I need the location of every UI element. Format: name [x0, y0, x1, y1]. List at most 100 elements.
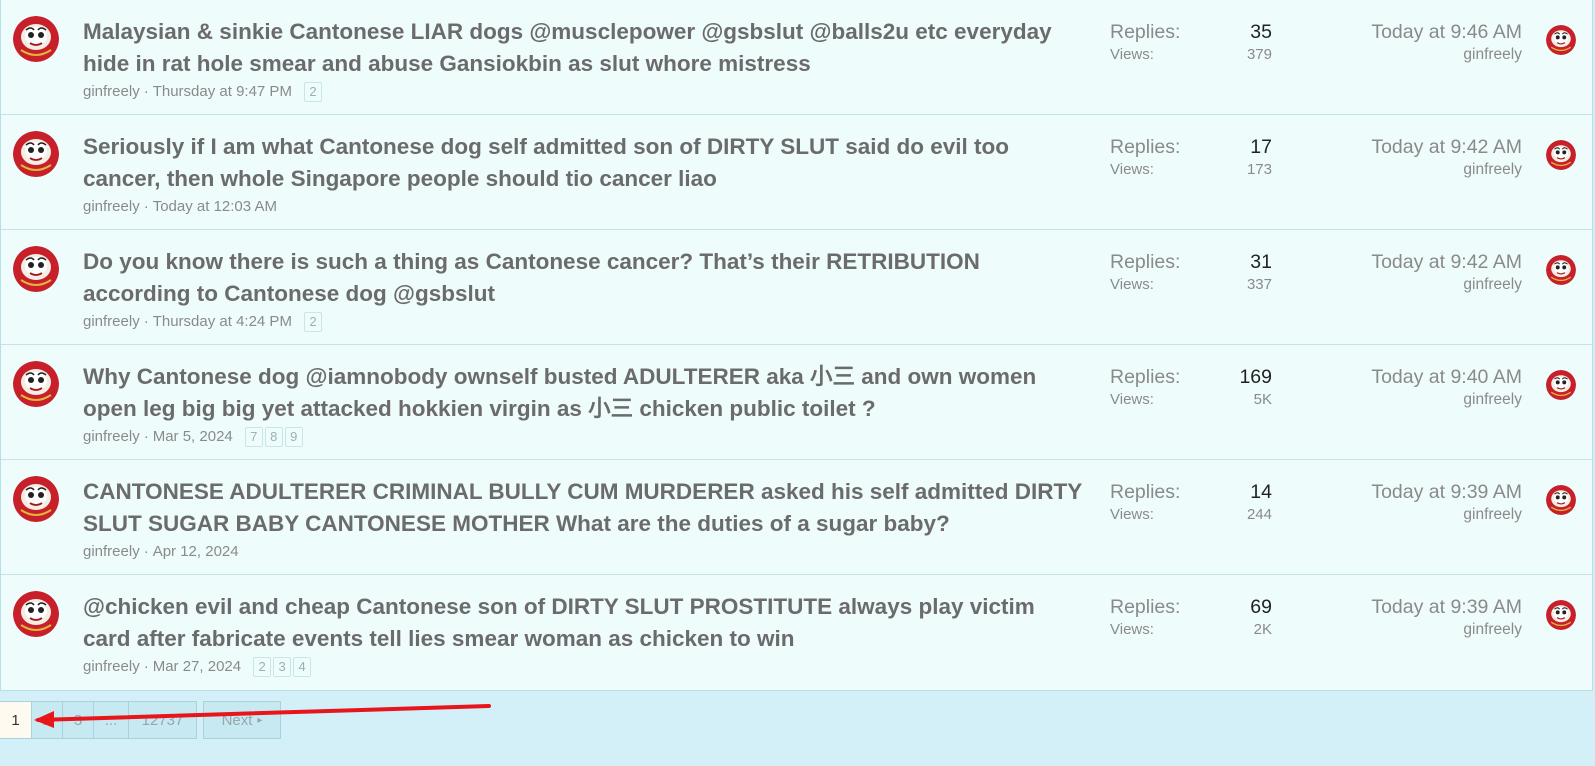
- thread-title-link[interactable]: Seriously if I am what Cantonese dog sel…: [83, 131, 1083, 195]
- last-post-time-link[interactable]: Today at 9:39 AM: [1371, 596, 1522, 618]
- last-post-time-link[interactable]: Today at 9:42 AM: [1371, 136, 1522, 158]
- last-poster-avatar[interactable]: [1546, 370, 1576, 400]
- thread-row: CANTONESE ADULTERER CRIMINAL BULLY CUM M…: [1, 460, 1592, 575]
- meta-separator: ·: [143, 658, 149, 675]
- thread-stats: Replies: 69 Views: 2K: [1110, 595, 1272, 640]
- thread-page-link[interactable]: 3: [273, 657, 292, 677]
- last-post-info: Today at 9:39 AM ginfreely: [1371, 595, 1522, 640]
- page-3-button[interactable]: 3: [62, 701, 94, 739]
- page-2-button[interactable]: 2: [31, 701, 63, 739]
- author-avatar[interactable]: [13, 361, 59, 407]
- thread-page-links: 789: [244, 427, 305, 447]
- replies-label: Replies:: [1110, 366, 1181, 388]
- thread-page-link[interactable]: 2: [303, 82, 322, 102]
- thread-row: Why Cantonese dog @iamnobody ownself bus…: [1, 345, 1592, 460]
- last-post-time-link[interactable]: Today at 9:39 AM: [1371, 481, 1522, 503]
- thread-start-date[interactable]: Mar 27, 2024: [153, 658, 241, 675]
- thread-start-date[interactable]: Apr 12, 2024: [153, 543, 239, 560]
- last-poster-link[interactable]: ginfreely: [1463, 621, 1522, 638]
- thread-row: Seriously if I am what Cantonese dog sel…: [1, 115, 1592, 230]
- thread-start-date[interactable]: Thursday at 9:47 PM: [153, 83, 292, 100]
- views-count: 337: [1246, 276, 1272, 293]
- thread-page-links: 2: [303, 312, 324, 332]
- last-post-info: Today at 9:39 AM ginfreely: [1371, 480, 1522, 525]
- meta-separator: ·: [143, 313, 149, 330]
- last-poster-avatar[interactable]: [1546, 255, 1576, 285]
- thread-author-link[interactable]: ginfreely: [83, 543, 140, 560]
- thread-stats: Replies: 17 Views: 173: [1110, 135, 1272, 180]
- thread-title-link[interactable]: Do you know there is such a thing as Can…: [83, 246, 1083, 310]
- last-post-info: Today at 9:42 AM ginfreely: [1371, 135, 1522, 180]
- views-label: Views:: [1110, 621, 1154, 638]
- thread-stats: Replies: 14 Views: 244: [1110, 480, 1272, 525]
- thread-page-link[interactable]: 9: [284, 427, 303, 447]
- author-avatar[interactable]: [13, 16, 59, 62]
- last-poster-link[interactable]: ginfreely: [1463, 161, 1522, 178]
- author-avatar[interactable]: [13, 131, 59, 177]
- author-avatar[interactable]: [13, 476, 59, 522]
- replies-label: Replies:: [1110, 136, 1181, 158]
- thread-page-link[interactable]: 2: [303, 312, 322, 332]
- thread-meta: ginfreely · Thursday at 4:24 PM 2: [83, 312, 324, 332]
- views-count: 379: [1246, 46, 1272, 63]
- thread-title-link[interactable]: @chicken evil and cheap Cantonese son of…: [83, 591, 1083, 655]
- thread-start-date[interactable]: Mar 5, 2024: [153, 428, 233, 445]
- last-poster-avatar[interactable]: [1546, 485, 1576, 515]
- thread-start-date[interactable]: Today at 12:03 AM: [153, 198, 277, 215]
- page-last-button[interactable]: 12737: [128, 701, 197, 739]
- author-avatar[interactable]: [13, 591, 59, 637]
- views-count: 173: [1246, 161, 1272, 178]
- thread-title-link[interactable]: Malaysian & sinkie Cantonese LIAR dogs @…: [83, 16, 1083, 80]
- thread-page-link[interactable]: 7: [244, 427, 263, 447]
- thread-author-link[interactable]: ginfreely: [83, 198, 140, 215]
- thread-row: Malaysian & sinkie Cantonese LIAR dogs @…: [1, 0, 1592, 115]
- last-poster-link[interactable]: ginfreely: [1463, 276, 1522, 293]
- thread-meta: ginfreely · Mar 5, 2024 7 8 9: [83, 427, 305, 447]
- last-post-time-link[interactable]: Today at 9:46 AM: [1371, 21, 1522, 43]
- replies-label: Replies:: [1110, 596, 1181, 618]
- last-poster-link[interactable]: ginfreely: [1463, 46, 1522, 63]
- replies-count: 169: [1239, 366, 1272, 388]
- next-page-button[interactable]: Next ▸: [203, 701, 281, 739]
- views-label: Views:: [1110, 161, 1154, 178]
- views-label: Views:: [1110, 46, 1154, 63]
- last-poster-link[interactable]: ginfreely: [1463, 391, 1522, 408]
- replies-count: 17: [1250, 136, 1272, 158]
- last-post-time-link[interactable]: Today at 9:40 AM: [1371, 366, 1522, 388]
- meta-separator: ·: [143, 543, 149, 560]
- thread-stats: Replies: 35 Views: 379: [1110, 20, 1272, 65]
- thread-page-link[interactable]: 8: [264, 427, 283, 447]
- thread-page-link[interactable]: 4: [293, 657, 312, 677]
- last-poster-avatar[interactable]: [1546, 600, 1576, 630]
- thread-page-link[interactable]: 2: [253, 657, 272, 677]
- page-1-button[interactable]: 1: [0, 701, 32, 739]
- last-poster-avatar[interactable]: [1546, 25, 1576, 55]
- thread-stats: Replies: 31 Views: 337: [1110, 250, 1272, 295]
- last-poster-avatar[interactable]: [1546, 140, 1576, 170]
- thread-author-link[interactable]: ginfreely: [83, 313, 140, 330]
- thread-author-link[interactable]: ginfreely: [83, 658, 140, 675]
- thread-author-link[interactable]: ginfreely: [83, 83, 140, 100]
- last-post-info: Today at 9:46 AM ginfreely: [1371, 20, 1522, 65]
- replies-label: Replies:: [1110, 481, 1181, 503]
- replies-count: 69: [1250, 596, 1272, 618]
- last-post-time-link[interactable]: Today at 9:42 AM: [1371, 251, 1522, 273]
- thread-meta: ginfreely · Today at 12:03 AM: [83, 197, 277, 217]
- caret-right-icon: ▸: [257, 714, 263, 726]
- thread-start-date[interactable]: Thursday at 4:24 PM: [153, 313, 292, 330]
- last-poster-link[interactable]: ginfreely: [1463, 506, 1522, 523]
- thread-title-link[interactable]: CANTONESE ADULTERER CRIMINAL BULLY CUM M…: [83, 476, 1083, 540]
- replies-label: Replies:: [1110, 251, 1181, 273]
- views-count: 5K: [1253, 391, 1272, 408]
- replies-count: 35: [1250, 21, 1272, 43]
- page-jump-button[interactable]: ...: [93, 701, 129, 739]
- author-avatar[interactable]: [13, 246, 59, 292]
- last-post-info: Today at 9:40 AM ginfreely: [1371, 365, 1522, 410]
- views-count: 244: [1246, 506, 1272, 523]
- thread-meta: ginfreely · Apr 12, 2024: [83, 542, 239, 562]
- next-label: Next: [221, 711, 253, 729]
- meta-separator: ·: [143, 83, 149, 100]
- thread-author-link[interactable]: ginfreely: [83, 428, 140, 445]
- thread-title-link[interactable]: Why Cantonese dog @iamnobody ownself bus…: [83, 361, 1083, 425]
- views-label: Views:: [1110, 506, 1154, 523]
